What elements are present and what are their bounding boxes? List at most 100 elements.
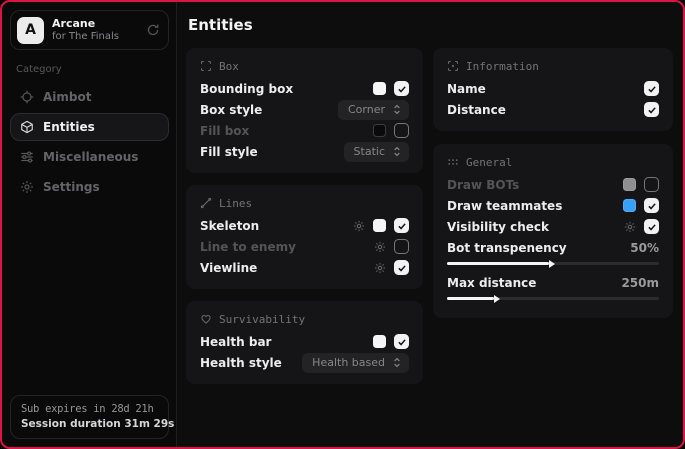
- skeleton-checkbox[interactable]: [394, 218, 409, 233]
- draw-bots-checkbox[interactable]: [644, 177, 659, 192]
- fill-box-row: Fill box: [200, 120, 409, 141]
- bounding-box-checkbox[interactable]: [394, 81, 409, 96]
- fill-box-checkbox[interactable]: [394, 123, 409, 138]
- row-label: Visibility check: [447, 220, 624, 234]
- health-bar-color-swatch[interactable]: [373, 335, 386, 348]
- bot-transparency-row: Bot transpenency 50%: [447, 237, 659, 258]
- draw-teammates-checkbox[interactable]: [644, 198, 659, 213]
- fill-style-select[interactable]: Static: [344, 142, 409, 162]
- right-column: Information Name Distance: [433, 48, 673, 318]
- row-label: Fill box: [200, 124, 373, 138]
- panel-box-header: Box: [200, 57, 409, 75]
- box-style-row: Box style Corner: [200, 99, 409, 120]
- left-column: Box Bounding box Box style: [186, 48, 423, 384]
- row-label: Box style: [200, 103, 338, 117]
- bot-transparency-slider[interactable]: [447, 262, 659, 265]
- health-bar-checkbox[interactable]: [394, 334, 409, 349]
- panel-title: Box: [219, 60, 239, 73]
- subscription-card: Sub expires in 28d 21h Session duration …: [10, 395, 169, 439]
- gear-icon: [20, 180, 34, 194]
- sidebar-item-label: Miscellaneous: [43, 150, 138, 164]
- fill-box-color-swatch[interactable]: [373, 124, 386, 137]
- row-label: Bounding box: [200, 82, 373, 96]
- draw-teammates-color-swatch[interactable]: [623, 199, 636, 212]
- chevron-updown-icon: [392, 357, 402, 368]
- row-label: Distance: [447, 103, 644, 117]
- viewline-settings-icon[interactable]: [374, 262, 386, 274]
- chevron-updown-icon: [392, 104, 402, 115]
- bot-transparency-value: 50%: [630, 241, 659, 255]
- sub-expiry-text: Sub expires in 28d 21h: [21, 403, 158, 415]
- sidebar-item-label: Aimbot: [43, 90, 91, 104]
- skeleton-settings-icon[interactable]: [353, 220, 365, 232]
- name-row: Name: [447, 78, 659, 99]
- heart-icon: [200, 313, 212, 325]
- row-label: Health bar: [200, 335, 373, 349]
- panel-general: General Draw BOTs Draw teammates: [433, 144, 673, 318]
- select-value: Corner: [348, 103, 385, 116]
- row-label: Health style: [200, 356, 302, 370]
- line-to-enemy-row: Line to enemy: [200, 236, 409, 257]
- row-label: Draw BOTs: [447, 178, 623, 192]
- page-title: Entities: [188, 16, 672, 34]
- diagonal-line-icon: [200, 197, 212, 209]
- entities-cube-icon: [20, 120, 34, 134]
- panel-box: Box Bounding box Box style: [186, 48, 423, 173]
- sidebar-item-label: Entities: [43, 120, 95, 134]
- crosshair-icon: [20, 90, 34, 104]
- sidebar-item-label: Settings: [43, 180, 100, 194]
- select-value: Static: [354, 145, 385, 158]
- sidebar-item-settings[interactable]: Settings: [10, 173, 169, 201]
- row-label: Max distance: [447, 276, 621, 290]
- panel-information: Information Name Distance: [433, 48, 673, 131]
- panel-general-header: General: [447, 153, 659, 171]
- box-style-select[interactable]: Corner: [338, 100, 409, 120]
- panel-lines: Lines Skeleton: [186, 185, 423, 289]
- row-label: Draw teammates: [447, 199, 623, 213]
- draw-bots-row: Draw BOTs: [447, 174, 659, 195]
- distance-checkbox[interactable]: [644, 102, 659, 117]
- row-label: Name: [447, 82, 644, 96]
- sidebar-item-miscellaneous[interactable]: Miscellaneous: [10, 143, 169, 171]
- viewline-row: Viewline: [200, 257, 409, 278]
- visibility-check-settings-icon[interactable]: [624, 221, 636, 233]
- line-to-enemy-settings-icon[interactable]: [374, 241, 386, 253]
- bounding-box-color-swatch[interactable]: [373, 82, 386, 95]
- app-window: A Arcane for The Finals Category: [0, 0, 685, 449]
- slider-fill[interactable]: [447, 297, 494, 300]
- line-to-enemy-checkbox[interactable]: [394, 239, 409, 254]
- sidebar-item-aimbot[interactable]: Aimbot: [10, 83, 169, 111]
- health-style-row: Health style Health based: [200, 352, 409, 373]
- visibility-check-row: Visibility check: [447, 216, 659, 237]
- draw-bots-color-swatch[interactable]: [623, 178, 636, 191]
- panel-title: Information: [466, 60, 539, 73]
- health-bar-row: Health bar: [200, 331, 409, 352]
- health-style-select[interactable]: Health based: [302, 353, 409, 373]
- distance-row: Distance: [447, 99, 659, 120]
- slider-fill[interactable]: [447, 262, 549, 265]
- panel-columns: Box Bounding box Box style: [186, 48, 672, 384]
- sidebar-item-entities[interactable]: Entities: [10, 113, 169, 141]
- panel-title: Survivability: [219, 313, 305, 326]
- name-checkbox[interactable]: [644, 81, 659, 96]
- max-distance-value: 250m: [621, 276, 659, 290]
- corner-brackets-icon: [200, 60, 212, 72]
- brand-text: Arcane for The Finals: [52, 17, 138, 43]
- viewline-checkbox[interactable]: [394, 260, 409, 275]
- draw-teammates-row: Draw teammates: [447, 195, 659, 216]
- chevron-updown-icon: [392, 146, 402, 157]
- dots-grid-icon: [447, 156, 459, 168]
- session-duration-text: Session duration 31m 29s: [21, 418, 158, 430]
- panel-survivability-header: Survivability: [200, 310, 409, 328]
- select-value: Health based: [312, 356, 385, 369]
- row-label: Line to enemy: [200, 240, 374, 254]
- fill-style-row: Fill style Static: [200, 141, 409, 162]
- sidebar-nav: Aimbot Entities: [10, 83, 169, 201]
- app-subtitle: for The Finals: [52, 31, 138, 44]
- row-label: Bot transpenency: [447, 241, 630, 255]
- app-name: Arcane: [52, 17, 138, 31]
- visibility-check-checkbox[interactable]: [644, 219, 659, 234]
- refresh-icon[interactable]: [146, 23, 160, 37]
- skeleton-color-swatch[interactable]: [373, 219, 386, 232]
- max-distance-slider[interactable]: [447, 297, 659, 300]
